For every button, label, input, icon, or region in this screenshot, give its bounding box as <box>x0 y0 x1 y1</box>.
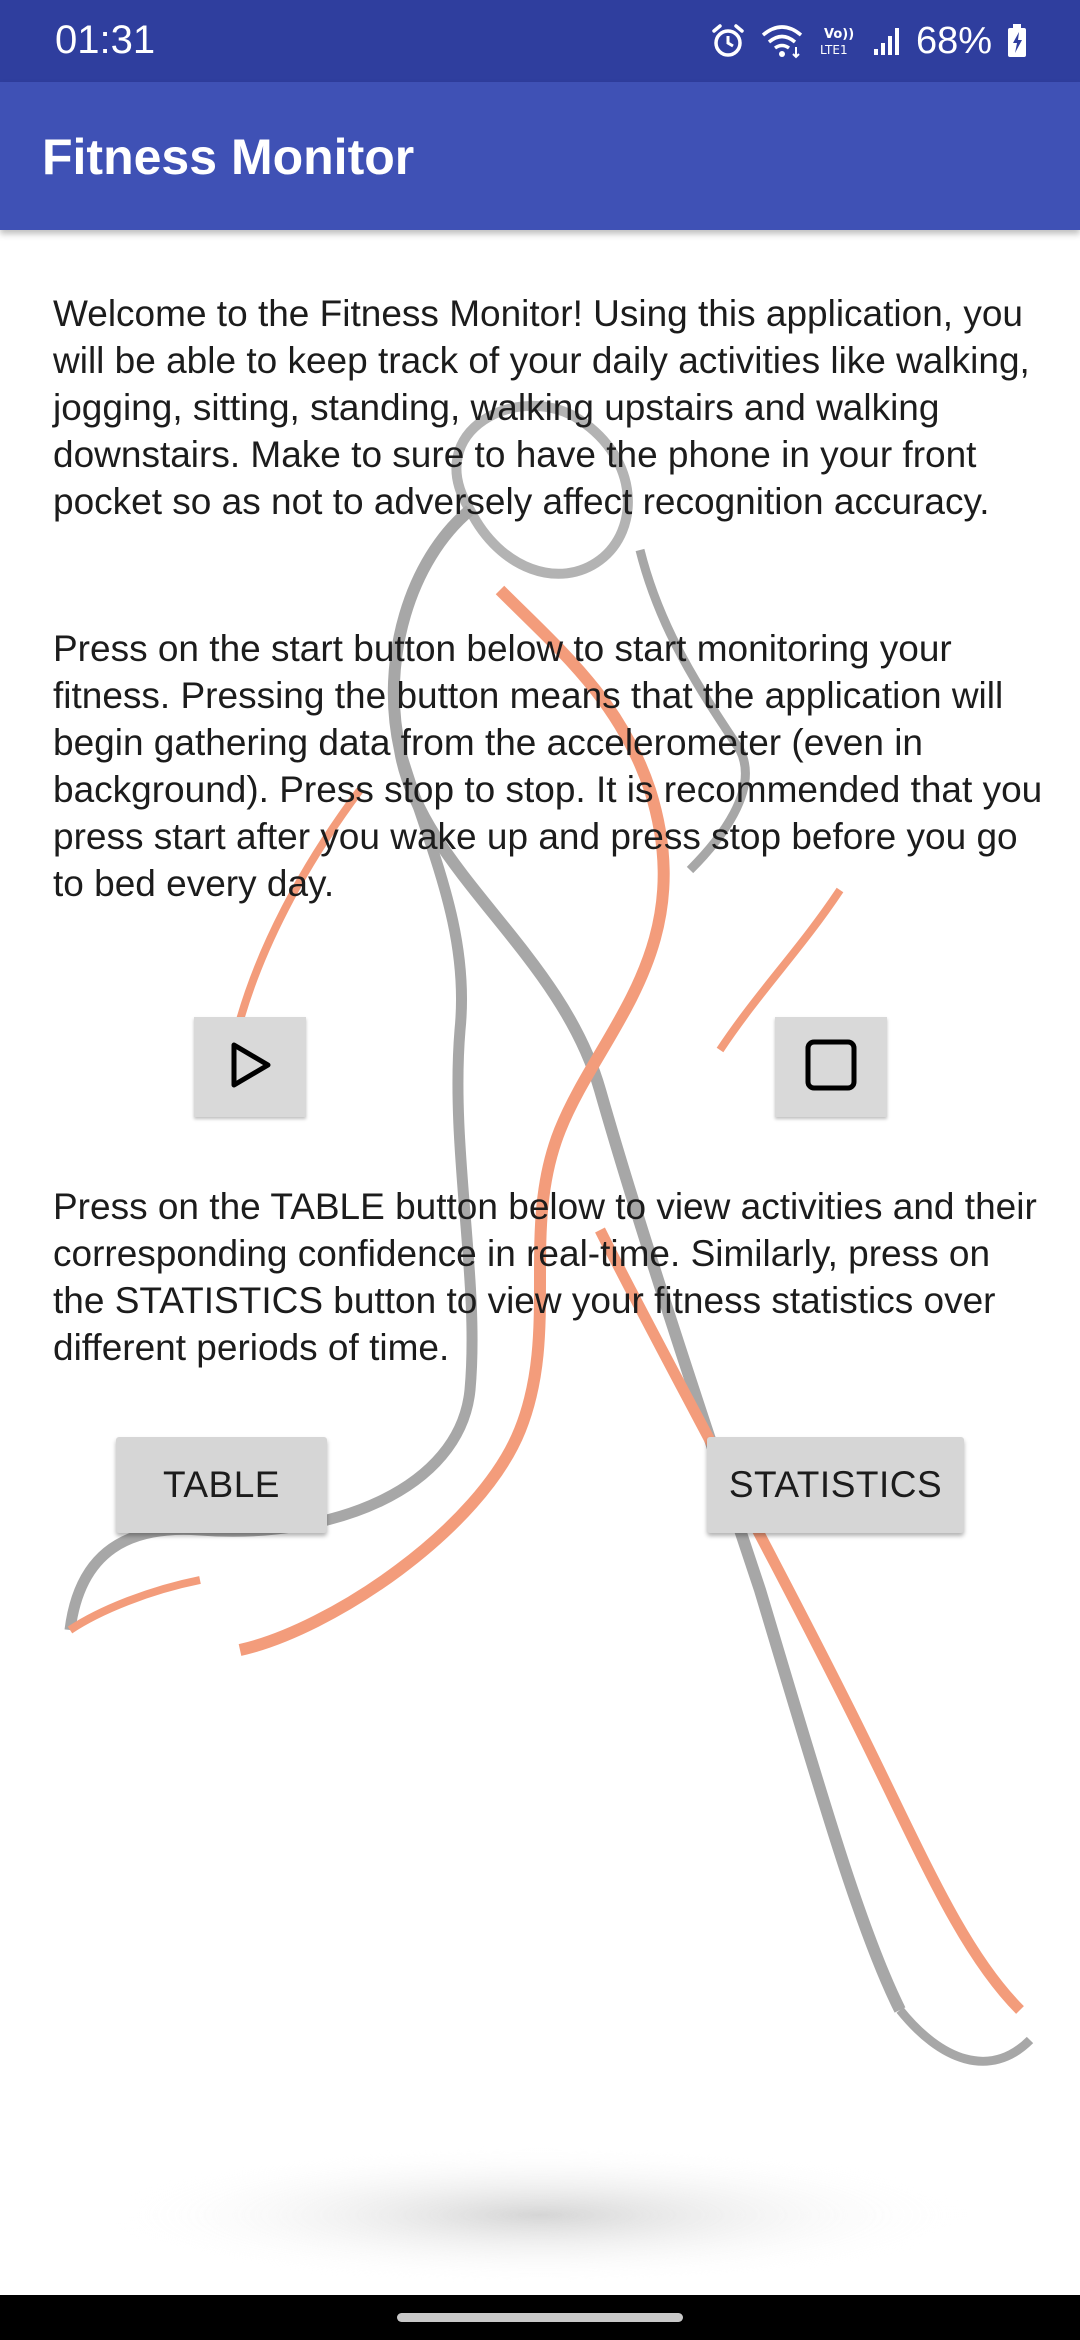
app-bar: Fitness Monitor <box>0 82 1080 230</box>
home-gesture-handle[interactable] <box>397 2313 683 2322</box>
stop-button[interactable] <box>775 1017 887 1117</box>
svg-text:Vo)): Vo)) <box>824 27 854 42</box>
svg-text:LTE1: LTE1 <box>820 43 848 57</box>
table-statistics-paragraph: Press on the TABLE button below to view … <box>53 1186 1037 1368</box>
app-title: Fitness Monitor <box>42 129 415 185</box>
status-bar: 01:31 Vo)) LTE1 68% <box>0 0 1080 82</box>
play-icon <box>222 1037 278 1098</box>
instructions-paragraph: Press on the start button below to start… <box>53 628 1043 904</box>
signal-icon <box>872 23 902 59</box>
table-button[interactable]: TABLE <box>116 1437 327 1533</box>
status-icons: Vo)) LTE1 68% <box>710 14 1028 68</box>
alarm-icon <box>710 23 746 59</box>
wifi-icon <box>760 23 804 59</box>
statistics-button[interactable]: STATISTICS <box>707 1437 964 1533</box>
stop-icon <box>803 1037 859 1098</box>
status-time: 01:31 <box>55 18 156 62</box>
start-button[interactable] <box>194 1017 306 1117</box>
intro-paragraph: Welcome to the Fitness Monitor! Using th… <box>53 293 1030 522</box>
volte-icon: Vo)) LTE1 <box>818 23 858 59</box>
battery-charging-icon <box>1006 23 1028 59</box>
battery-percent: 68% <box>915 19 992 62</box>
navigation-bar <box>0 2295 1080 2340</box>
main-content: Welcome to the Fitness Monitor! Using th… <box>0 230 1080 2295</box>
